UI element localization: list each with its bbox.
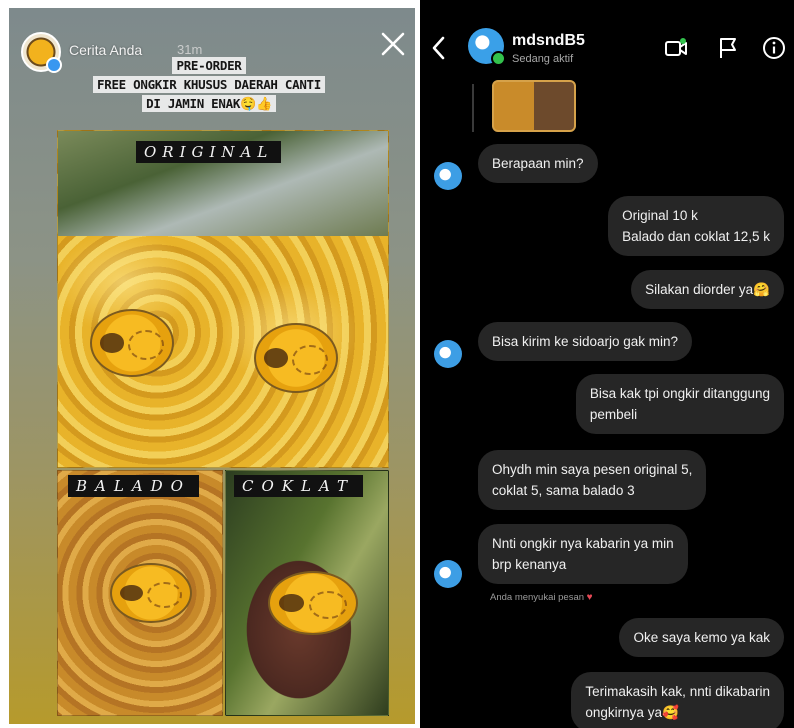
sender-avatar[interactable]: [434, 340, 462, 368]
photo-original: ORIGINAL: [57, 130, 389, 468]
story-time: 31m: [177, 42, 203, 57]
video-call-icon[interactable]: [664, 36, 688, 60]
dm-status: Sedang aktif: [512, 53, 574, 65]
back-chevron-icon[interactable]: [428, 34, 450, 62]
liked-note: Anda menyukai pesan ♥: [490, 592, 593, 603]
message-bubble[interactable]: Berapaan min?: [478, 144, 598, 183]
photo-coklat: COKLAT: [225, 470, 389, 716]
story-caption: PRE-ORDER FREE ONGKIR KHUSUS DAERAH CANT…: [69, 56, 349, 114]
message-text: Berapaan min?: [492, 156, 584, 171]
message-text: ongkirnya ya🥰: [585, 705, 679, 720]
dm-username[interactable]: mdsndB5: [512, 32, 585, 50]
product-sticker: [254, 323, 338, 393]
message-text: Balado dan coklat 12,5 k: [622, 229, 770, 244]
message-bubble[interactable]: Nnti ongkir nya kabarin ya min brp kenan…: [478, 524, 688, 584]
message-text: Silakan diorder ya🤗: [645, 282, 770, 297]
close-icon[interactable]: [379, 30, 407, 58]
message-bubble[interactable]: Original 10 k Balado dan coklat 12,5 k: [608, 196, 784, 256]
message-text: pembeli: [589, 407, 638, 422]
label-original: ORIGINAL: [136, 141, 282, 163]
message-text: Original 10 k: [622, 208, 698, 223]
product-sticker: [90, 309, 174, 377]
message-bubble[interactable]: Bisa kirim ke sidoarjo gak min?: [478, 322, 693, 361]
label-balado: BALADO: [68, 475, 199, 497]
message-text: Bisa kirim ke sidoarjo gak min?: [492, 334, 679, 349]
message-text: Nnti ongkir nya kabarin ya min: [492, 536, 674, 551]
sender-avatar[interactable]: [434, 560, 462, 588]
message-bubble[interactable]: Bisa kak tpi ongkir ditanggung pembeli: [575, 374, 784, 434]
dm-avatar[interactable]: [468, 28, 506, 66]
caption-emoji: 🤤👍: [240, 97, 272, 112]
message-text: brp kenanya: [492, 557, 567, 572]
story-panel: Cerita Anda 31m PRE-ORDER FREE ONGKIR KH…: [9, 8, 415, 724]
message-bubble[interactable]: Ohydh min saya pesen original 5, coklat …: [478, 450, 707, 510]
caption-line-3: DI JAMIN ENAK: [146, 96, 241, 111]
info-icon[interactable]: [762, 36, 786, 60]
heart-icon: ♥: [586, 592, 593, 603]
flag-icon[interactable]: [716, 36, 740, 60]
message-text: Bisa kak tpi ongkir ditanggung: [589, 386, 770, 401]
message-text: Terimakasih kak, nnti dikabarin: [585, 684, 770, 699]
photo-balado: BALADO: [57, 470, 223, 716]
dm-panel: mdsndB5 Sedang aktif Berapaan min? Origi…: [420, 0, 794, 728]
message-bubble[interactable]: Terimakasih kak, nnti dikabarin ongkirny…: [571, 672, 784, 728]
message-bubble[interactable]: Oke saya kemo ya kak: [619, 618, 784, 657]
message-bubble[interactable]: Silakan diorder ya🤗: [631, 270, 784, 309]
caption-line-2: FREE ONGKIR KHUSUS DAERAH CANTI: [93, 76, 325, 93]
product-sticker: [110, 563, 192, 623]
sender-avatar[interactable]: [434, 162, 462, 190]
message-text: Oke saya kemo ya kak: [633, 630, 770, 645]
dm-header: mdsndB5 Sedang aktif: [420, 0, 794, 80]
message-text: Ohydh min saya pesen original 5,: [492, 462, 693, 477]
caption-line-1: PRE-ORDER: [172, 57, 246, 74]
message-text: coklat 5, sama balado 3: [492, 483, 635, 498]
reply-line: [472, 84, 474, 132]
product-sticker: [268, 571, 358, 635]
label-coklat: COKLAT: [234, 475, 363, 497]
story-avatar[interactable]: [21, 32, 62, 73]
liked-note-text: Anda menyukai pesan: [490, 592, 585, 603]
shared-story-thumbnail[interactable]: [492, 80, 576, 132]
